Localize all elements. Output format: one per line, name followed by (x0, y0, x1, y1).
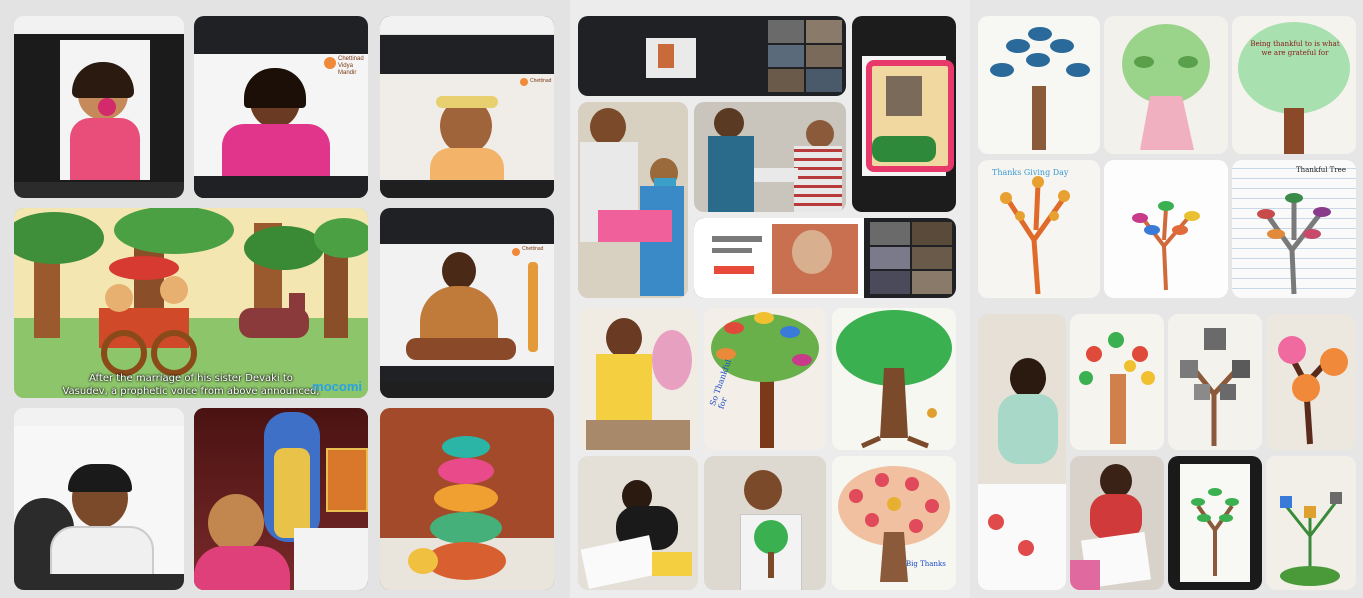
animated-story-frame: After the marriage of his sister Devaki … (14, 208, 368, 398)
video-call-boy-headband: Chettinad (380, 16, 554, 198)
family-photo-tree (1168, 314, 1262, 450)
plant-with-photos (1266, 456, 1356, 590)
mother-son-gift-photo (694, 102, 846, 212)
father-son-card-photo (578, 102, 688, 298)
video-call-girl-flower (14, 16, 184, 198)
school-logo-text: Chettinad (522, 246, 544, 252)
girl-with-paper-tree (578, 308, 698, 450)
online-meeting-grid-1 (578, 16, 846, 96)
framed-tree-drawing (1168, 456, 1262, 590)
browser-chrome (14, 408, 184, 427)
handprint-tree-art (1070, 314, 1164, 450)
middle-collage-panel: So Thankful for Big Thanks (570, 0, 970, 598)
multicolor-leaf-tree (1104, 160, 1228, 298)
notebook-thankful-tree: Thankful Tree (1232, 160, 1356, 298)
pink-ribbon-tree-drawing (1104, 16, 1228, 154)
school-logo-text: Chettinad (530, 78, 552, 84)
memorial-portrait-photo (852, 16, 956, 212)
school-logo-text: Chettinad Vidya Mandir (338, 56, 364, 76)
heart-leaves-tree-drawing: Big Thanks (832, 456, 956, 590)
browser-chrome (14, 16, 184, 35)
thankful-note-text: Being thankful to is what we are gratefu… (1250, 40, 1340, 57)
girl-handprint-painting (978, 314, 1066, 590)
drawing-title: Thankful Tree (1296, 166, 1346, 174)
video-call-boy (14, 408, 184, 590)
girl-holding-tree-card (704, 456, 826, 590)
presentation-slide-grid (694, 218, 956, 298)
video-call-dancer: Chettinad Vidya Mandir (194, 16, 368, 198)
thanksgiving-orange-tree: Thanks Giving Day (978, 160, 1100, 298)
call-controls-bar (14, 182, 184, 198)
decorated-pots-photo (380, 408, 554, 590)
boy-coloring-drawing (1070, 456, 1164, 590)
thankful-note-tree: Being thankful to is what we are gratefu… (1232, 16, 1356, 154)
call-controls-bar (194, 182, 368, 198)
colorful-leaf-tree-art: So Thankful for (704, 308, 826, 450)
card-handwriting: Big Thanks (906, 560, 946, 568)
left-collage-panel: Chettinad Vidya Mandir Chettinad After t… (0, 0, 570, 598)
boy-drawing-on-floor (578, 456, 698, 590)
call-controls-bar (380, 382, 554, 398)
drawing-title: Thanks Giving Day (992, 168, 1069, 177)
orange-hearts-tree (1266, 314, 1356, 450)
browser-chrome (380, 16, 554, 35)
krishna-decoration-photo (194, 408, 368, 590)
call-controls-bar (14, 574, 184, 590)
child-video-frame (60, 40, 150, 180)
green-tree-painting (832, 308, 956, 450)
call-controls-bar (380, 182, 554, 198)
right-collage-panel: Being thankful to is what we are gratefu… (970, 0, 1363, 598)
forest-chariot-illustration (14, 208, 368, 398)
video-brand-watermark: mocomi (312, 379, 362, 394)
video-call-meditating-girl: Chettinad (380, 208, 554, 398)
blue-leaf-tree-drawing (978, 16, 1100, 154)
